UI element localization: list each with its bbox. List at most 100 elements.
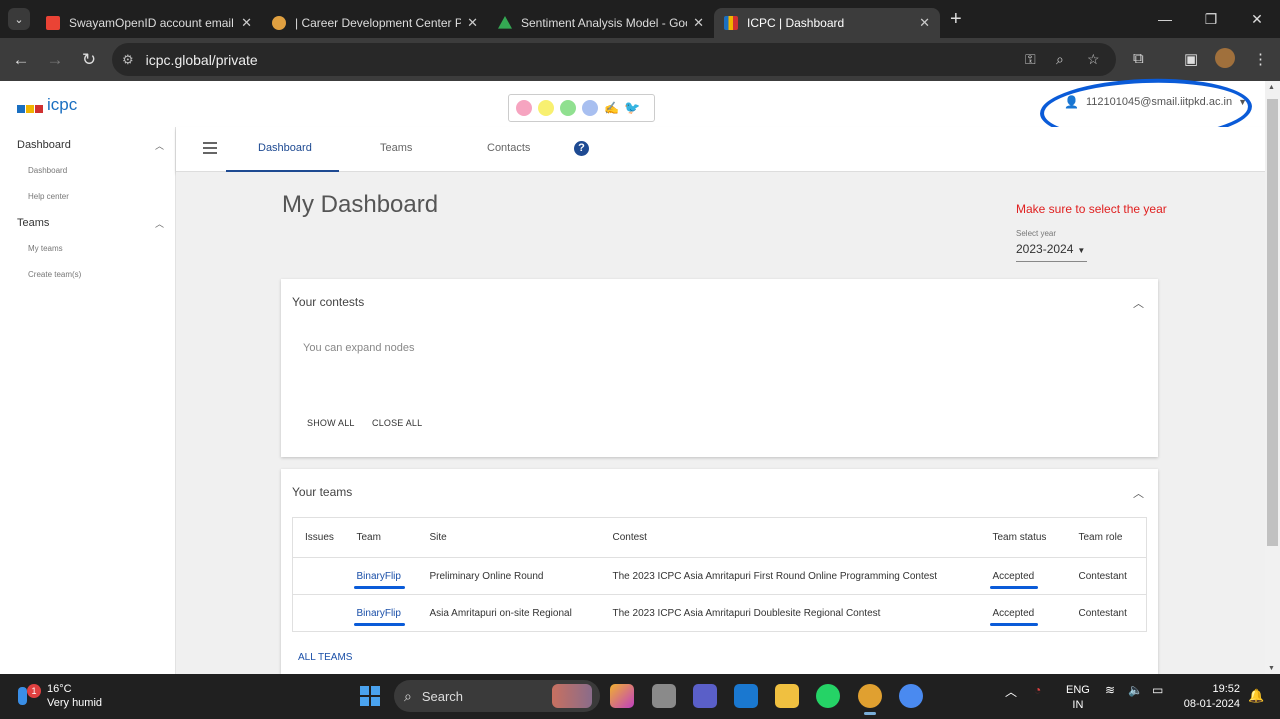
site-info-icon[interactable]: ⚙ [122, 52, 134, 68]
sidebar-group-dashboard[interactable]: Dashboard ︿ [17, 139, 164, 151]
collapse-chevron-icon[interactable]: ︿ [1133, 295, 1144, 311]
browser-tab[interactable]: | Career Development Center P ✕ [262, 8, 488, 38]
tab-title: Sentiment Analysis Model - Goo [521, 16, 688, 30]
search-label: Search [421, 688, 464, 704]
icpc-logo[interactable]: icpc [17, 96, 77, 113]
col-site: Site [417, 517, 601, 558]
sidebar-item-my-teams[interactable]: My teams [28, 244, 63, 253]
edit-icon[interactable]: ✍ [604, 101, 619, 115]
scroll-down-icon[interactable]: ▼ [1268, 665, 1275, 672]
teams-heading: Your teams [292, 485, 353, 499]
contests-heading: Your contests [292, 295, 365, 309]
input-language[interactable]: ENG IN [1066, 683, 1090, 713]
sidebar-item-help-center[interactable]: Help center [28, 192, 69, 201]
weather-icon: 1 [18, 684, 41, 707]
google-drive-icon [498, 16, 512, 29]
tab-title: | Career Development Center P [295, 16, 462, 30]
speedometer-icon[interactable]: ◔ [1034, 683, 1041, 697]
weather-widget[interactable]: 1 16°C Very humid [18, 682, 102, 710]
sidebar-item-create-teams[interactable]: Create team(s) [28, 270, 81, 279]
close-icon[interactable]: ✕ [467, 15, 478, 31]
extensions-icon[interactable]: ⧉ [1133, 50, 1144, 67]
chevron-up-icon[interactable]: ︿ [155, 139, 164, 152]
tab-search-button[interactable]: ⌄ [8, 8, 30, 30]
cell-status: Accepted [980, 594, 1067, 632]
reload-icon[interactable]: ↻ [72, 50, 106, 70]
file-explorer-icon[interactable] [775, 684, 799, 708]
back-icon[interactable]: ← [4, 50, 38, 70]
browser-tab-active[interactable]: ICPC | Dashboard ✕ [714, 8, 940, 38]
task-view-icon[interactable] [652, 684, 676, 708]
teams-icon[interactable] [693, 684, 717, 708]
tab-contacts[interactable]: Contacts [487, 142, 530, 154]
caret-down-icon: ▼ [1077, 246, 1086, 255]
battery-icon[interactable]: ▭ [1152, 683, 1163, 697]
year-select-label: Select year [1016, 229, 1057, 238]
browser-tab[interactable]: SwayamOpenID account email ✕ [36, 8, 262, 38]
sidebar-group-teams[interactable]: Teams ︿ [17, 217, 164, 229]
search-icon: ⌕ [404, 687, 412, 704]
system-clock[interactable]: 19:52 08-01-2024 [1180, 682, 1240, 712]
tab-teams[interactable]: Teams [380, 142, 412, 154]
maximize-icon[interactable]: ❐ [1188, 0, 1234, 38]
col-team: Team [344, 517, 418, 558]
col-team-status: Team status [980, 517, 1067, 558]
all-teams-link[interactable]: ALL TEAMS [298, 652, 352, 663]
sidebar-item-dashboard[interactable]: Dashboard [28, 166, 67, 175]
tab-title: ICPC | Dashboard [747, 16, 845, 30]
palette-dot-blue[interactable] [582, 100, 598, 116]
twitter-icon[interactable]: 🐦 [624, 100, 640, 116]
show-all-button[interactable]: SHOW ALL [307, 418, 355, 428]
lang-code: ENG [1066, 684, 1090, 696]
collapse-chevron-icon[interactable]: ︿ [1133, 485, 1144, 501]
year-select[interactable]: 2023-2024 ▼ [1016, 242, 1087, 262]
scroll-up-icon[interactable]: ▲ [1268, 84, 1275, 91]
col-team-role: Team role [1066, 517, 1147, 558]
minimize-icon[interactable]: — [1142, 0, 1188, 38]
sidebar-group-label: Teams [17, 217, 50, 229]
team-link[interactable]: BinaryFlip [353, 608, 406, 626]
menu-kebab-icon[interactable]: ⋮ [1253, 50, 1268, 68]
chrome-profile-icon[interactable] [899, 684, 923, 708]
close-window-icon[interactable]: ✕ [1234, 0, 1280, 38]
forward-icon[interactable]: → [38, 50, 72, 70]
start-button[interactable] [360, 686, 380, 706]
zoom-icon[interactable]: ⌕ [1056, 51, 1064, 68]
palette-dot-green[interactable] [560, 100, 576, 116]
side-panel-icon[interactable]: ▣ [1184, 50, 1198, 68]
chrome-icon[interactable] [858, 684, 882, 715]
col-contest: Contest [600, 517, 981, 558]
help-icon[interactable]: ? [574, 141, 589, 156]
close-icon[interactable]: ✕ [241, 15, 252, 31]
volume-icon[interactable]: 🔈 [1128, 683, 1143, 697]
notification-bell-icon[interactable]: 🔔 [1248, 688, 1264, 704]
tray-chevron-up-icon[interactable]: ︿ [1005, 683, 1017, 700]
palette-dot-pink[interactable] [516, 100, 532, 116]
close-icon[interactable]: ✕ [919, 15, 930, 31]
new-tab-icon[interactable]: + [950, 8, 962, 31]
whatsapp-icon[interactable] [816, 684, 840, 708]
table-header-row: Issues Team Site Contest Team status Tea… [292, 517, 1147, 558]
palette-dot-yellow[interactable] [538, 100, 554, 116]
cell-issues [292, 594, 345, 632]
address-bar[interactable]: ⚙ icpc.global/private ⚿ ⌕ ☆ [112, 43, 1116, 76]
hamburger-menu-icon[interactable] [203, 142, 217, 157]
profile-avatar[interactable] [1215, 48, 1235, 68]
page-scrollbar[interactable]: ▲ ▼ [1265, 81, 1280, 674]
mail-icon[interactable] [734, 684, 758, 708]
icpc-favicon-icon [724, 16, 738, 30]
browser-tab[interactable]: Sentiment Analysis Model - Goo ✕ [488, 8, 714, 38]
main-content: My Dashboard Make sure to select the yea… [176, 172, 1265, 674]
bookmark-star-icon[interactable]: ☆ [1087, 51, 1100, 68]
chevron-up-icon[interactable]: ︿ [155, 217, 164, 230]
status-text: Accepted [989, 607, 1038, 626]
wifi-icon[interactable]: ≋ [1105, 683, 1115, 697]
close-all-button[interactable]: CLOSE ALL [372, 418, 422, 428]
copilot-icon[interactable] [610, 684, 634, 708]
tab-dashboard[interactable]: Dashboard [258, 142, 312, 154]
close-icon[interactable]: ✕ [693, 15, 704, 31]
taskbar-search[interactable]: ⌕ Search [394, 680, 600, 712]
scrollbar-thumb[interactable] [1267, 99, 1278, 546]
team-link[interactable]: BinaryFlip [353, 571, 406, 589]
password-key-icon[interactable]: ⚿ [1025, 51, 1036, 68]
